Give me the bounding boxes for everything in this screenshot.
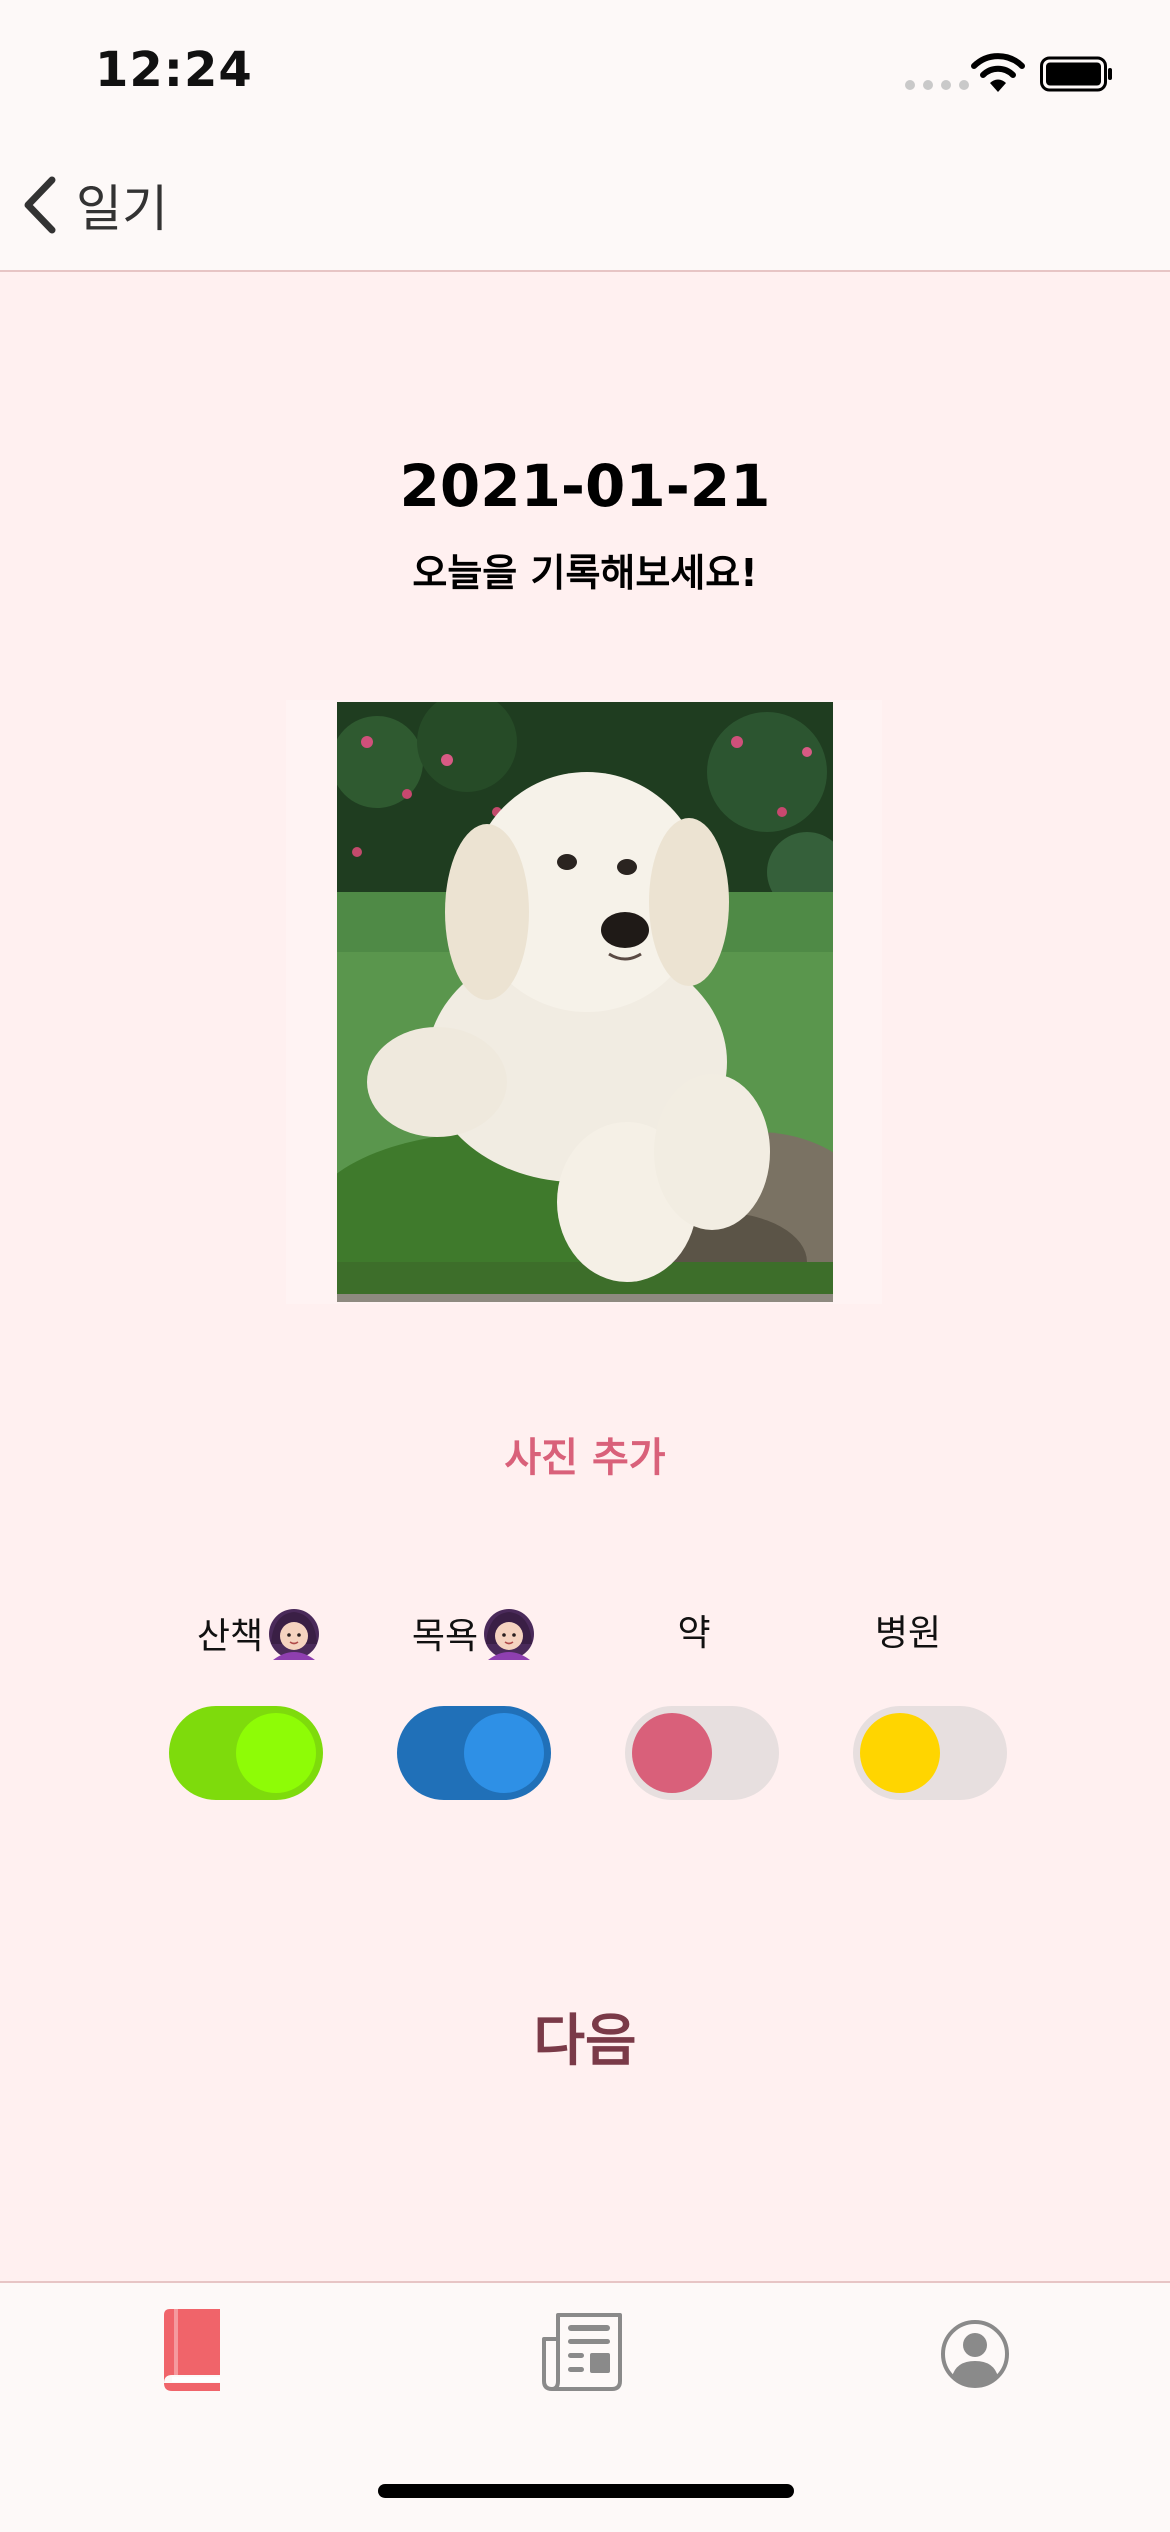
- home-indicator: [378, 2484, 794, 2498]
- activity-label-text: 약: [677, 1613, 711, 1654]
- navigation-bar: 12:24 일기: [0, 0, 1170, 272]
- diary-entry-screen: 12:24 일기 2021-01-21 오늘을 기록해보세요! 사진 추가 산책…: [0, 0, 1170, 2532]
- tab-feed[interactable]: [540, 2309, 630, 2399]
- entry-prompt: 오늘을 기록해보세요!: [412, 551, 758, 595]
- toggle-knob: [860, 1713, 940, 1793]
- back-label: 일기: [76, 180, 168, 238]
- cellular-signal-icon: [905, 80, 969, 90]
- tab-diary[interactable]: [150, 2309, 240, 2399]
- puppy-photo: [337, 702, 833, 1302]
- status-time: 12:24: [95, 42, 253, 98]
- tab-profile[interactable]: [930, 2309, 1020, 2399]
- activity-label-text: 산책: [196, 1616, 264, 1657]
- toggle-knob: [464, 1713, 544, 1793]
- toggle-knob: [632, 1713, 712, 1793]
- person-gesturing-ok-icon: [269, 1609, 320, 1660]
- activity-label-bath: 목욕: [385, 1604, 565, 1662]
- battery-icon: [1040, 56, 1112, 92]
- next-button[interactable]: 다음: [0, 1996, 1170, 2077]
- activity-label-text: 병원: [874, 1613, 942, 1654]
- hospital-toggle[interactable]: [853, 1706, 1007, 1800]
- diary-book-icon: [164, 2309, 220, 2391]
- toggle-knob: [236, 1713, 316, 1793]
- activity-label-text: 목욕: [411, 1616, 479, 1657]
- activity-label-walk: 산책: [170, 1604, 350, 1662]
- wifi-icon: [971, 53, 1025, 92]
- activity-label-medicine: 약: [604, 1604, 784, 1656]
- activity-label-hospital: 병원: [818, 1604, 998, 1656]
- walk-toggle[interactable]: [169, 1706, 323, 1800]
- person-gesturing-ok-icon: [484, 1609, 535, 1660]
- profile-icon: [941, 2320, 1009, 2388]
- bath-toggle[interactable]: [397, 1706, 551, 1800]
- entry-date: 2021-01-21: [399, 452, 771, 520]
- newspaper-icon: [542, 2313, 622, 2391]
- add-photo-button[interactable]: 사진 추가: [0, 1425, 1170, 1483]
- chevron-left-icon: [24, 176, 56, 234]
- back-button[interactable]: 일기: [20, 170, 168, 240]
- medicine-toggle[interactable]: [625, 1706, 779, 1800]
